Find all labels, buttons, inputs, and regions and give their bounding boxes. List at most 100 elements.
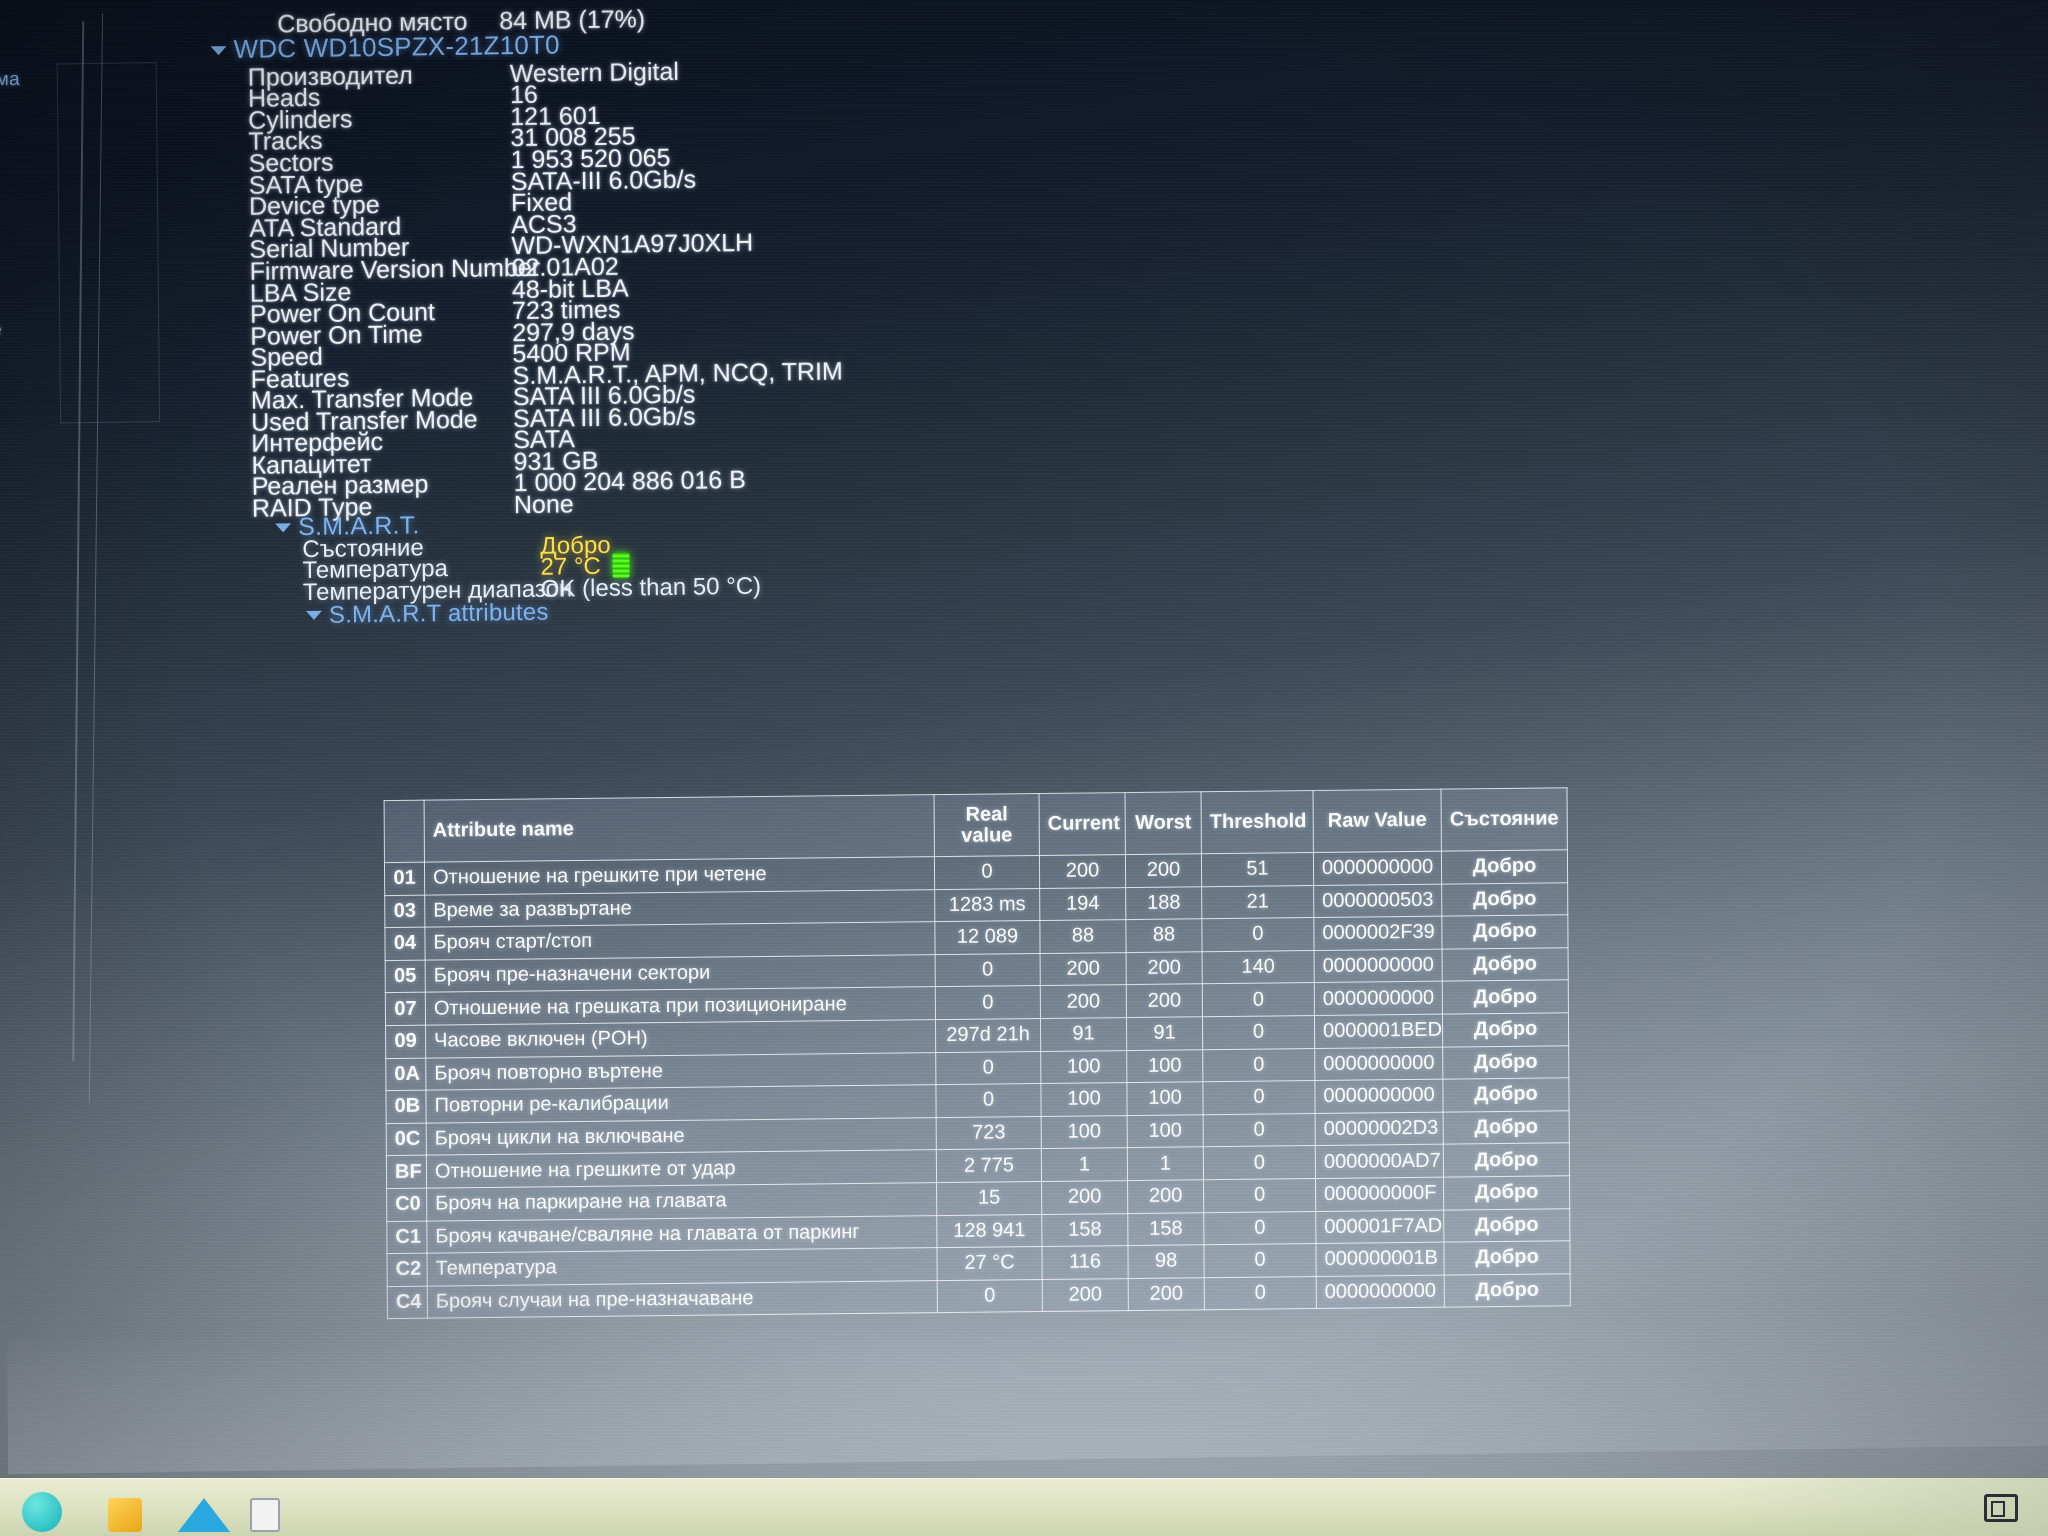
cell-current: 200 xyxy=(1039,854,1126,889)
cell-threshold: 0 xyxy=(1202,982,1315,1017)
cell-status: Добро xyxy=(1441,849,1568,884)
cell-raw-value: 0000002F39 xyxy=(1313,916,1443,951)
column-header-name[interactable]: Attribute name xyxy=(424,794,935,863)
cell-id: C2 xyxy=(387,1253,428,1287)
cell-raw-value: 0000000000 xyxy=(1314,1079,1444,1114)
taskbar-folder-icon[interactable] xyxy=(108,1498,142,1532)
taskbar-triangle-app-icon[interactable] xyxy=(178,1498,230,1532)
cell-name: Брояч пре-назначени сектори xyxy=(425,954,936,993)
cell-raw-value: 0000000AD7 xyxy=(1315,1144,1444,1179)
background-window-fragment-top: ема xyxy=(0,68,21,91)
collapse-triangle-icon[interactable] xyxy=(210,46,227,56)
cell-worst: 158 xyxy=(1127,1212,1204,1246)
cell-name: Температура xyxy=(426,1247,938,1286)
cell-status: Добро xyxy=(1442,980,1569,1015)
cell-id: C4 xyxy=(387,1285,428,1319)
cell-status: Добро xyxy=(1443,1208,1570,1243)
cell-real-value: 27 °C xyxy=(936,1246,1043,1281)
cell-threshold: 140 xyxy=(1202,950,1315,985)
cell-raw-value: 0000000000 xyxy=(1313,851,1442,886)
cell-name: Отношение на грешката при позициониране xyxy=(425,987,936,1026)
cell-name: Брояч качване/сваляне на главата от парк… xyxy=(426,1215,937,1254)
cell-status: Добро xyxy=(1441,882,1568,917)
column-header-threshold[interactable]: Threshold xyxy=(1201,790,1314,854)
cell-id: 0A xyxy=(385,1057,426,1091)
cell-name: Брояч старт/стоп xyxy=(424,921,936,960)
screen-glare-wash xyxy=(6,1305,2048,1475)
cell-threshold: 0 xyxy=(1204,1276,1317,1311)
cell-name: Време за развъртане xyxy=(424,889,935,928)
cell-real-value: 12 089 xyxy=(934,920,1041,955)
cell-name: Отношение на грешките при четене xyxy=(424,856,935,895)
cell-id: C1 xyxy=(386,1220,427,1254)
cell-raw-value: 0000000000 xyxy=(1314,981,1443,1016)
column-header-status[interactable]: Състояние xyxy=(1441,787,1568,852)
cell-real-value: 0 xyxy=(937,1279,1043,1313)
cell-worst: 100 xyxy=(1126,1049,1203,1083)
cell-real-value: 1283 ms xyxy=(934,888,1040,922)
cell-id: 07 xyxy=(385,992,426,1026)
cell-threshold: 0 xyxy=(1203,1211,1316,1245)
taskbar-document-icon[interactable] xyxy=(250,1498,280,1532)
cell-threshold: 0 xyxy=(1202,1015,1315,1050)
cell-id: 0B xyxy=(385,1090,427,1124)
cell-id: 04 xyxy=(384,927,426,961)
cell-status: Добро xyxy=(1443,1110,1570,1145)
taskbar-browser-icon[interactable] xyxy=(22,1492,62,1532)
cell-status: Добро xyxy=(1442,1012,1569,1047)
tray-window-icon[interactable] xyxy=(1984,1494,2018,1522)
cell-id: C0 xyxy=(386,1188,427,1222)
collapse-triangle-icon[interactable] xyxy=(275,523,292,533)
cell-raw-value: 0000001BED xyxy=(1314,1014,1443,1049)
cell-real-value: 2 775 xyxy=(936,1148,1042,1183)
cell-id: 09 xyxy=(385,1025,426,1059)
cell-id: 0C xyxy=(386,1122,427,1156)
cell-real-value: 297d 21h xyxy=(935,1018,1041,1053)
cell-current: 200 xyxy=(1042,1278,1129,1312)
cell-status: Добро xyxy=(1443,1143,1570,1178)
cell-name: Брояч случаи на пре-назначаване xyxy=(427,1280,938,1319)
cell-real-value: 128 941 xyxy=(936,1214,1042,1248)
cell-worst: 200 xyxy=(1126,984,1203,1018)
cell-real-value: 0 xyxy=(934,855,1040,890)
cell-name: Брояч повторно въртене xyxy=(425,1052,936,1091)
cell-id: 01 xyxy=(384,862,425,896)
cell-raw-value: 0000000000 xyxy=(1314,1046,1443,1081)
cell-raw-value: 000000000F xyxy=(1315,1177,1444,1212)
column-header-worst[interactable]: Worst xyxy=(1125,791,1202,855)
cell-real-value: 15 xyxy=(936,1181,1042,1216)
screen-content: ема е Свободно място 84 MB (17%) WDC WD10… xyxy=(0,0,2048,1536)
cell-threshold: 0 xyxy=(1203,1145,1316,1180)
column-header-id[interactable] xyxy=(384,800,425,863)
column-header-raw[interactable]: Raw Value xyxy=(1313,789,1442,853)
cell-worst: 188 xyxy=(1125,886,1202,920)
cell-worst: 200 xyxy=(1128,1277,1205,1311)
cell-current: 194 xyxy=(1039,887,1126,921)
cell-status: Добро xyxy=(1443,1240,1571,1275)
cell-current: 116 xyxy=(1041,1245,1129,1280)
smart-attributes-tree-node[interactable]: S.M.A.R.T attributes xyxy=(305,598,549,630)
cell-current: 91 xyxy=(1040,1017,1127,1052)
cell-worst: 98 xyxy=(1127,1244,1205,1279)
cell-current: 100 xyxy=(1041,1115,1128,1149)
device-node-label: WDC WD10SPZX-21Z10T0 xyxy=(233,29,560,64)
taskbar[interactable] xyxy=(0,1478,2048,1536)
cell-status: Добро xyxy=(1441,914,1569,949)
cell-current: 200 xyxy=(1040,952,1127,986)
cell-status: Добро xyxy=(1442,947,1569,982)
cell-id: 05 xyxy=(385,959,426,993)
cell-real-value: 0 xyxy=(935,953,1041,988)
cell-worst: 200 xyxy=(1127,1179,1204,1214)
column-header-current[interactable]: Current xyxy=(1039,792,1126,856)
cell-worst: 100 xyxy=(1127,1114,1204,1148)
smart-attributes-node-label: S.M.A.R.T attributes xyxy=(328,598,549,629)
column-header-real[interactable]: Real value xyxy=(934,793,1040,857)
cell-current: 200 xyxy=(1040,984,1127,1019)
cell-worst: 200 xyxy=(1126,951,1203,985)
cell-worst: 88 xyxy=(1125,918,1203,953)
cell-threshold: 21 xyxy=(1201,885,1314,919)
background-window-fragment-mid: е xyxy=(0,319,3,341)
cell-real-value: 723 xyxy=(936,1116,1042,1150)
cell-worst: 100 xyxy=(1126,1081,1204,1116)
collapse-triangle-icon[interactable] xyxy=(305,610,323,621)
